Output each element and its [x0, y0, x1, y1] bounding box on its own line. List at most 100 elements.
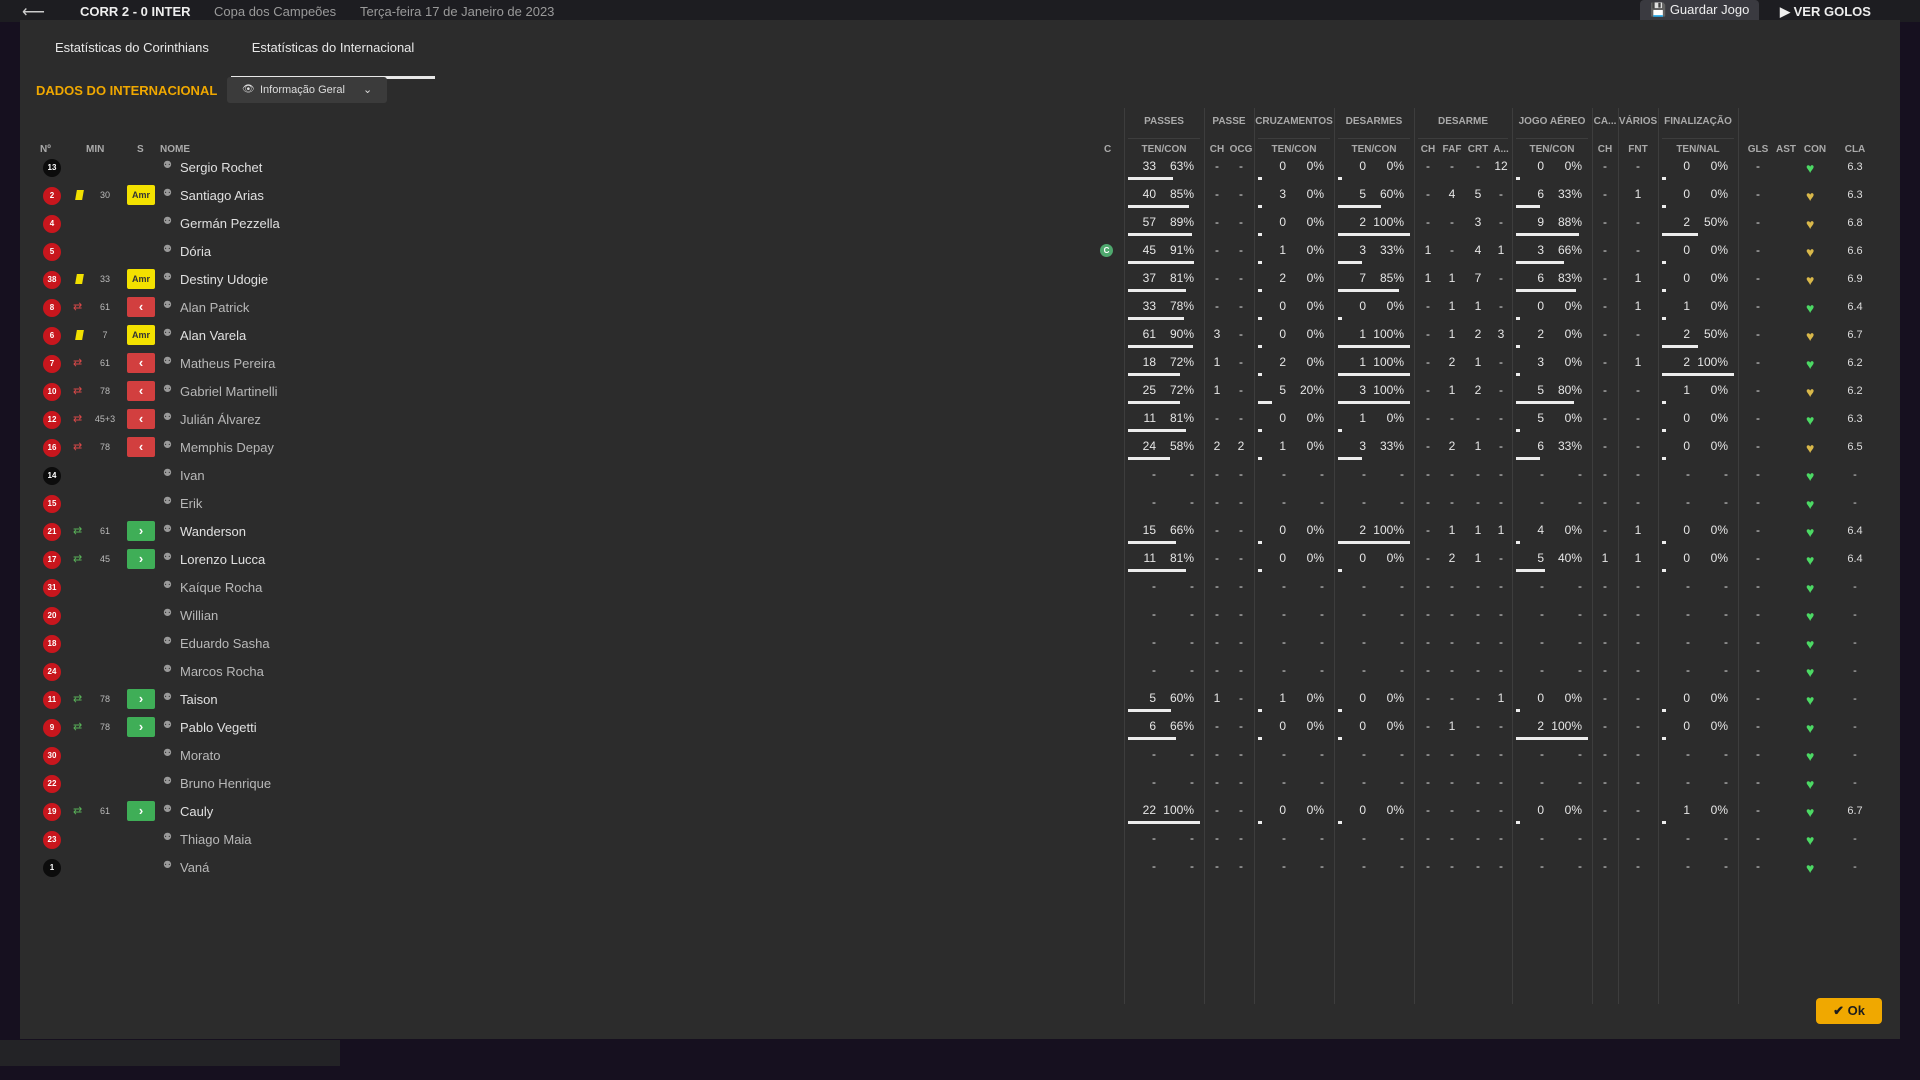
condition-heart-icon: ♥	[1806, 720, 1815, 736]
table-row[interactable]: 2 30 Amr ⚉ Santiago Arias 40 85% 3 0% 5 60% 6 33% 0 0%…	[20, 182, 1900, 210]
key-passes-value: -	[1215, 831, 1219, 845]
tab-internacional-stats[interactable]: Estatísticas do Internacional	[231, 40, 435, 79]
player-name[interactable]: Vaná	[180, 860, 209, 875]
player-name[interactable]: Matheus Pereira	[180, 356, 275, 371]
key-passes-value: -	[1215, 271, 1219, 285]
person-icon: ⚉	[163, 468, 172, 479]
player-name[interactable]: Morato	[180, 748, 220, 763]
player-name[interactable]: Destiny Udogie	[180, 272, 268, 287]
back-arrow-icon[interactable]: ⟵	[22, 2, 45, 22]
shots-bar	[1662, 569, 1666, 572]
tab-corinthians-stats[interactable]: Estatísticas do Corinthians	[55, 40, 209, 76]
view-goals-button[interactable]: ▶ VER GOLOS	[1780, 4, 1871, 20]
player-name[interactable]: Germán Pezzella	[180, 216, 280, 231]
goals-value: -	[1756, 635, 1760, 649]
table-row[interactable]: 38 33 Amr ⚉ Destiny Udogie 37 81% 2 0% 7 85% 6 83% 0 0…	[20, 266, 1900, 294]
shirt-number: 17	[43, 551, 61, 569]
table-row[interactable]: 9 ⇄ 78 › ⚉ Pablo Vegetti 6 66% 0 0% 0 0% 2 100% 0 0% - - -…	[20, 714, 1900, 742]
player-name[interactable]: Marcos Rocha	[180, 664, 264, 679]
aerial-count: 3	[1537, 355, 1544, 369]
tackles-pct: -	[1400, 467, 1404, 481]
player-name[interactable]: Cauly	[180, 804, 213, 819]
player-name[interactable]: Pablo Vegetti	[180, 720, 257, 735]
player-name[interactable]: Alan Varela	[180, 328, 246, 343]
player-name[interactable]: Wanderson	[180, 524, 246, 539]
table-row[interactable]: 8 ⇄ 61 ‹ ⚉ Alan Patrick 33 78% 0 0% 0 0% 0 0% 1 0% - - - 1 1…	[20, 294, 1900, 322]
table-row[interactable]: 19 ⇄ 61 › ⚉ Cauly 22 100% 0 0% 0 0% 0 0% 1 0% - - - - - - - - - ♥…	[20, 798, 1900, 826]
aerial-bar	[1516, 261, 1564, 264]
table-row[interactable]: 5 ⚉ Dória C 45 91% 1 0% 3 33% 3 66% 0 0% - - 1 - 4 1 - - - ♥ 6.6	[20, 238, 1900, 266]
passes-count: 45	[1142, 243, 1156, 257]
player-name[interactable]: Eduardo Sasha	[180, 636, 270, 651]
table-row[interactable]: 15 ⚉ Erik - - - - - - - - - - - - - - - - - - - ♥ -	[20, 490, 1900, 518]
tackle-crt-value: -	[1476, 775, 1480, 789]
yellow-card-icon	[75, 274, 84, 284]
table-row[interactable]: 13 ⚉ Sergio Rochet 33 63% 0 0% 0 0% 0 0% 0 0% - - - - -12…	[20, 154, 1900, 182]
table-row[interactable]: 4 ⚉ Germán Pezzella 57 89% 0 0% 2 100% 9 88% 2 50% - -…	[20, 210, 1900, 238]
table-row[interactable]: 14 ⚉ Ivan - - - - - - - - - - - - - - - - - - - ♥ -	[20, 462, 1900, 490]
table-row[interactable]: 16 ⇄ 78 ‹ ⚉ Memphis Depay 24 58% 1 0% 3 33% 6 33% 0 0% 2…	[20, 434, 1900, 462]
player-name[interactable]: Taison	[180, 692, 218, 707]
player-name[interactable]: Alan Patrick	[180, 300, 249, 315]
table-row[interactable]: 11 ⇄ 78 › ⚉ Taison 5 60% 1 0% 0 0% 0 0% 0 0% 1 - - - - 1 - - - ♥ -	[20, 686, 1900, 714]
tackle-crt-value: -	[1476, 411, 1480, 425]
table-row[interactable]: 30 ⚉ Morato - - - - - - - - - - - - - - - - - - - ♥ -	[20, 742, 1900, 770]
key-passes-value: -	[1215, 187, 1219, 201]
view-dropdown[interactable]: 👁 Informação Geral ⌄	[227, 77, 387, 103]
shots-pct: 50%	[1703, 215, 1728, 229]
aerial-pct: -	[1578, 747, 1582, 761]
table-row[interactable]: 21 ⇄ 61 › ⚉ Wanderson 15 66% 0 0% 2 100% 4 0% 0 0% - - - 1 1…	[20, 518, 1900, 546]
aerial-pct: 66%	[1557, 243, 1582, 257]
passes-pct: 72%	[1169, 355, 1194, 369]
player-name[interactable]: Bruno Henrique	[180, 776, 271, 791]
table-row[interactable]: 1 ⚉ Vaná - - - - - - - - - - - - - - - - - - - ♥ -	[20, 854, 1900, 882]
player-name[interactable]: Lorenzo Lucca	[180, 552, 265, 567]
tackles-bar	[1338, 401, 1410, 404]
table-row[interactable]: 23 ⚉ Thiago Maia - - - - - - - - - - - - - - - - - - - ♥ -	[20, 826, 1900, 854]
table-row[interactable]: 6 7 Amr ⚉ Alan Varela 61 90% 0 0% 1 100% 2 0% 2 50% 3 - -…	[20, 322, 1900, 350]
aerial-pct: -	[1578, 831, 1582, 845]
ok-button[interactable]: ✔ Ok	[1816, 998, 1882, 1024]
player-name[interactable]: Willian	[180, 608, 218, 623]
player-name[interactable]: Ivan	[180, 468, 205, 483]
shirt-number: 16	[43, 439, 61, 457]
player-name[interactable]: Kaíque Rocha	[180, 580, 262, 595]
table-row[interactable]: 10 ⇄ 78 ‹ ⚉ Gabriel Martinelli 25 72% 5 20% 3 100% 5…	[20, 378, 1900, 406]
player-name[interactable]: Gabriel Martinelli	[180, 384, 278, 399]
tackle-crt-value: 1	[1474, 299, 1482, 313]
player-name[interactable]: Julián Álvarez	[180, 412, 261, 427]
crosses-pct: 0%	[1306, 411, 1324, 425]
tackle-ch-value: 1	[1424, 243, 1432, 257]
player-name[interactable]: Dória	[180, 244, 211, 259]
minutes-value: 33	[99, 274, 110, 284]
shots-pct: 0%	[1710, 523, 1728, 537]
rating-value: 6.2	[1847, 357, 1863, 369]
passes-count: 11	[1143, 551, 1156, 565]
passes-pct: 66%	[1169, 523, 1194, 537]
table-row[interactable]: 24 ⚉ Marcos Rocha - - - - - - - - - - - - - - - - - - - ♥ -	[20, 658, 1900, 686]
rating-value: 6.4	[1847, 525, 1863, 537]
passes-pct: -	[1190, 579, 1194, 593]
player-name[interactable]: Erik	[180, 496, 202, 511]
player-name[interactable]: Thiago Maia	[180, 832, 252, 847]
crosses-count: -	[1282, 495, 1286, 509]
condition-heart-icon: ♥	[1806, 748, 1815, 764]
rating-value: -	[1853, 609, 1857, 621]
tackle-ch-value: -	[1426, 607, 1430, 621]
player-name[interactable]: Sergio Rochet	[180, 160, 262, 175]
shots-pct: -	[1724, 635, 1728, 649]
passes-bar	[1128, 345, 1193, 348]
chances-created-value: -	[1239, 271, 1243, 285]
table-row[interactable]: 7 ⇄ 61 ‹ ⚉ Matheus Pereira 18 72% 2 0% 1 100% 3 0% 2 10…	[20, 350, 1900, 378]
table-row[interactable]: 12 ⇄ 45+3 ‹ ⚉ Julián Álvarez 11 81% 0 0% 1 0% 5 0% 0 0%…	[20, 406, 1900, 434]
crosses-count: 0	[1279, 411, 1286, 425]
table-row[interactable]: 20 ⚉ Willian - - - - - - - - - - - - - - - - - - - ♥ -	[20, 602, 1900, 630]
goals-value: -	[1756, 747, 1760, 761]
tackle-crt-value: 2	[1474, 383, 1482, 397]
table-row[interactable]: 17 ⇄ 45 › ⚉ Lorenzo Lucca 11 81% 0 0% 0 0% 5 40% 0 0% - -…	[20, 546, 1900, 574]
table-row[interactable]: 22 ⚉ Bruno Henrique - - - - - - - - - - - - - - - - - - - ♥ -	[20, 770, 1900, 798]
table-row[interactable]: 18 ⚉ Eduardo Sasha - - - - - - - - - - - - - - - - - - - ♥ -	[20, 630, 1900, 658]
table-row[interactable]: 31 ⚉ Kaíque Rocha - - - - - - - - - - - - - - - - - - - ♥ -	[20, 574, 1900, 602]
player-name[interactable]: Santiago Arias	[180, 188, 264, 203]
player-name[interactable]: Memphis Depay	[180, 440, 274, 455]
